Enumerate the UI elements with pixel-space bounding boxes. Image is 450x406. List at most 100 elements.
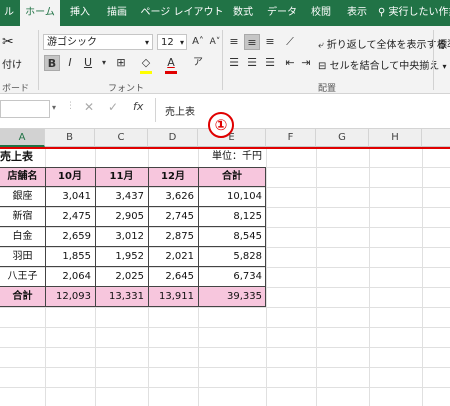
value-cell[interactable]: 2,905 <box>95 207 148 227</box>
fill-color-icon[interactable]: ◇ <box>138 55 154 71</box>
grand-total-cell[interactable]: 13,911 <box>148 287 198 307</box>
annotation-line <box>0 147 450 149</box>
value-cell[interactable]: 3,041 <box>45 187 95 207</box>
col-header-g[interactable]: G <box>316 129 369 147</box>
header-cell[interactable]: 11月 <box>95 167 148 187</box>
merge-icon: ⊟ <box>318 61 327 72</box>
sheet-title[interactable]: 売上表 <box>0 147 60 167</box>
value-cell[interactable]: 1,952 <box>95 247 148 267</box>
increase-font-icon[interactable]: A˄ <box>190 34 206 50</box>
decrease-font-icon[interactable]: A˅ <box>207 34 223 50</box>
grand-total-cell[interactable]: 12,093 <box>45 287 95 307</box>
align-left-icon[interactable]: ☰ <box>226 55 242 71</box>
value-cell[interactable]: 3,012 <box>95 227 148 247</box>
tell-me-label: 実行したい作業 <box>388 7 450 18</box>
group-divider <box>222 30 223 90</box>
col-header-h[interactable]: H <box>369 129 422 147</box>
header-cell[interactable]: 店舗名 <box>0 167 45 187</box>
value-cell[interactable]: 2,745 <box>148 207 198 227</box>
header-cell[interactable]: 合計 <box>198 167 266 187</box>
tab-file[interactable]: ル <box>0 0 18 26</box>
chevron-down-icon[interactable]: ▾ <box>442 62 446 71</box>
italic-button[interactable]: I <box>62 55 78 71</box>
border-icon[interactable]: ⊞ <box>113 55 129 71</box>
store-cell[interactable]: 八王子 <box>0 267 45 287</box>
total-cell[interactable]: 5,828 <box>198 247 266 267</box>
total-cell[interactable]: 6,734 <box>198 267 266 287</box>
tab-view[interactable]: 表示 <box>340 0 374 26</box>
align-middle-icon[interactable]: ≡ <box>244 34 260 50</box>
chevron-down-icon[interactable]: ▾ <box>180 35 184 51</box>
store-cell[interactable]: 羽田 <box>0 247 45 267</box>
bold-button[interactable]: B <box>44 55 60 71</box>
value-cell[interactable]: 2,025 <box>95 267 148 287</box>
col-header-c[interactable]: C <box>95 129 148 147</box>
more-dots-icon: ⋮ <box>66 101 75 111</box>
tab-insert[interactable]: 挿入 <box>64 0 96 26</box>
header-cell[interactable]: 12月 <box>148 167 198 187</box>
cut-icon[interactable]: ✂ <box>2 34 14 50</box>
formula-input[interactable]: 売上表 <box>165 103 195 118</box>
enter-icon[interactable]: ✓ <box>108 100 118 114</box>
insert-function-button[interactable]: fx <box>133 100 143 113</box>
col-header-d[interactable]: D <box>148 129 198 147</box>
grand-total-cell[interactable]: 13,331 <box>95 287 148 307</box>
value-cell[interactable]: 2,021 <box>148 247 198 267</box>
chevron-down-icon[interactable]: ▾ <box>145 35 149 51</box>
value-cell[interactable]: 3,437 <box>95 187 148 207</box>
total-cell[interactable]: 8,125 <box>198 207 266 227</box>
total-cell[interactable]: 8,545 <box>198 227 266 247</box>
wrap-text-button[interactable]: ⤶ 折り返して全体を表示する <box>318 36 447 51</box>
decrease-indent-icon[interactable]: ⇤ <box>282 55 298 71</box>
chevron-down-icon[interactable]: ▾ <box>52 103 56 112</box>
store-cell[interactable]: 白金 <box>0 227 45 247</box>
underline-button[interactable]: U <box>80 55 96 71</box>
phonetic-icon[interactable]: ア <box>190 55 206 71</box>
number-format-combo[interactable]: 標準 <box>437 36 450 51</box>
tab-page-layout[interactable]: ページ レイアウト <box>140 0 224 26</box>
tab-review[interactable]: 校閲 <box>304 0 338 26</box>
col-header-b[interactable]: B <box>45 129 95 147</box>
name-box[interactable] <box>0 100 50 118</box>
formula-divider <box>155 98 156 122</box>
value-cell[interactable]: 2,875 <box>148 227 198 247</box>
value-cell[interactable]: 3,626 <box>148 187 198 207</box>
col-header-a[interactable]: A <box>0 129 45 147</box>
tab-draw[interactable]: 描画 <box>100 0 134 26</box>
unit-label[interactable]: 単位：千円 <box>198 147 266 167</box>
tab-home[interactable]: ホーム <box>20 0 60 26</box>
font-name-value: 游ゴシック <box>47 37 97 48</box>
col-header-i[interactable] <box>422 129 450 147</box>
increase-indent-icon[interactable]: ⇥ <box>298 55 314 71</box>
grand-total-label[interactable]: 合計 <box>0 287 45 307</box>
paste-label[interactable]: 付け <box>2 56 22 71</box>
store-cell[interactable]: 銀座 <box>0 187 45 207</box>
font-size-combo[interactable]: 12 ▾ <box>157 34 187 50</box>
tell-me-box[interactable]: ⚲ 実行したい作業 <box>378 0 450 26</box>
header-cell[interactable]: 10月 <box>45 167 95 187</box>
align-top-icon[interactable]: ≡ <box>226 34 242 50</box>
store-cell[interactable]: 新宿 <box>0 207 45 227</box>
tab-data[interactable]: データ <box>262 0 302 26</box>
grand-total-cell[interactable]: 39,335 <box>198 287 266 307</box>
value-cell[interactable]: 2,659 <box>45 227 95 247</box>
cancel-icon[interactable]: ✕ <box>84 100 94 114</box>
wrap-text-label: 折り返して全体を表示する <box>326 40 447 51</box>
group-divider <box>38 30 39 90</box>
chevron-down-icon[interactable]: ▾ <box>96 55 112 71</box>
tab-formulas[interactable]: 数式 <box>226 0 260 26</box>
merge-center-button[interactable]: ⊟ セルを結合して中央揃え ▾ <box>318 57 446 72</box>
fill-color-swatch <box>140 71 152 74</box>
value-cell[interactable]: 2,645 <box>148 267 198 287</box>
align-center-icon[interactable]: ☰ <box>244 55 260 71</box>
orientation-icon[interactable]: ⟋ <box>282 34 298 50</box>
value-cell[interactable]: 2,475 <box>45 207 95 227</box>
font-color-icon[interactable]: A <box>163 55 179 71</box>
col-header-f[interactable]: F <box>266 129 316 147</box>
total-cell[interactable]: 10,104 <box>198 187 266 207</box>
value-cell[interactable]: 2,064 <box>45 267 95 287</box>
value-cell[interactable]: 1,855 <box>45 247 95 267</box>
align-right-icon[interactable]: ☰ <box>262 55 278 71</box>
align-bottom-icon[interactable]: ≡ <box>262 34 278 50</box>
font-name-combo[interactable]: 游ゴシック ▾ <box>43 34 153 50</box>
